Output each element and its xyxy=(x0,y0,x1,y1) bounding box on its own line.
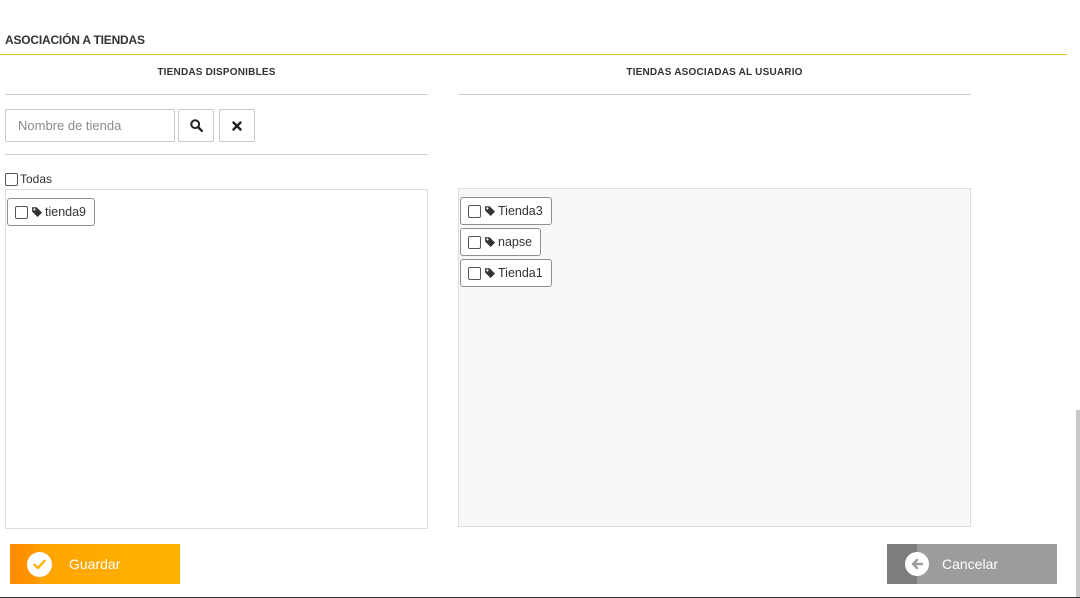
checkbox-icon[interactable] xyxy=(468,266,481,280)
store-label: Tienda1 xyxy=(498,266,543,280)
search-button[interactable] xyxy=(178,109,214,142)
check-circle-icon xyxy=(27,551,52,577)
cancel-button-label: Cancelar xyxy=(942,556,999,572)
list-item[interactable]: tienda9 xyxy=(7,198,96,226)
section-title: ASOCIACIÓN A TIENDAS xyxy=(5,33,145,47)
tag-icon xyxy=(32,207,42,217)
search-bottom-divider xyxy=(5,154,428,155)
associated-stores-header: TIENDAS ASOCIADAS AL USUARIO xyxy=(626,67,803,78)
checkbox-icon[interactable] xyxy=(468,204,481,218)
section-title-rule xyxy=(0,54,1067,55)
page-scrollbar[interactable] xyxy=(1076,410,1080,598)
list-item[interactable]: Tienda1 xyxy=(460,259,552,287)
store-label: tienda9 xyxy=(45,205,87,219)
available-header-divider xyxy=(5,94,428,95)
available-stores-list: tienda9 xyxy=(5,189,428,529)
select-all-label: Todas xyxy=(20,172,53,186)
associated-header-divider xyxy=(458,94,971,95)
search-icon xyxy=(189,119,203,132)
checkbox-icon[interactable] xyxy=(15,205,28,219)
store-search-input[interactable] xyxy=(5,109,175,142)
clear-search-button[interactable] xyxy=(219,109,255,142)
store-label: Tienda3 xyxy=(498,204,543,218)
list-item[interactable]: napse xyxy=(460,228,542,256)
checkbox-icon[interactable] xyxy=(5,172,18,186)
store-label: napse xyxy=(498,235,533,249)
arrow-left-circle-icon xyxy=(905,552,929,576)
tag-icon xyxy=(485,268,495,278)
available-stores-header: TIENDAS DISPONIBLES xyxy=(157,67,276,78)
checkbox-icon[interactable] xyxy=(468,235,481,249)
tag-icon xyxy=(485,237,495,247)
list-item[interactable]: Tienda3 xyxy=(460,197,552,225)
select-all-checkbox[interactable]: Todas xyxy=(5,172,52,186)
associated-stores-list: Tienda3 napse Tienda1 xyxy=(458,188,971,527)
save-button[interactable]: Guardar xyxy=(10,544,180,584)
cancel-button[interactable]: Cancelar xyxy=(887,544,1057,584)
tag-icon xyxy=(485,206,495,216)
close-icon xyxy=(232,120,242,131)
save-button-label: Guardar xyxy=(69,556,121,572)
